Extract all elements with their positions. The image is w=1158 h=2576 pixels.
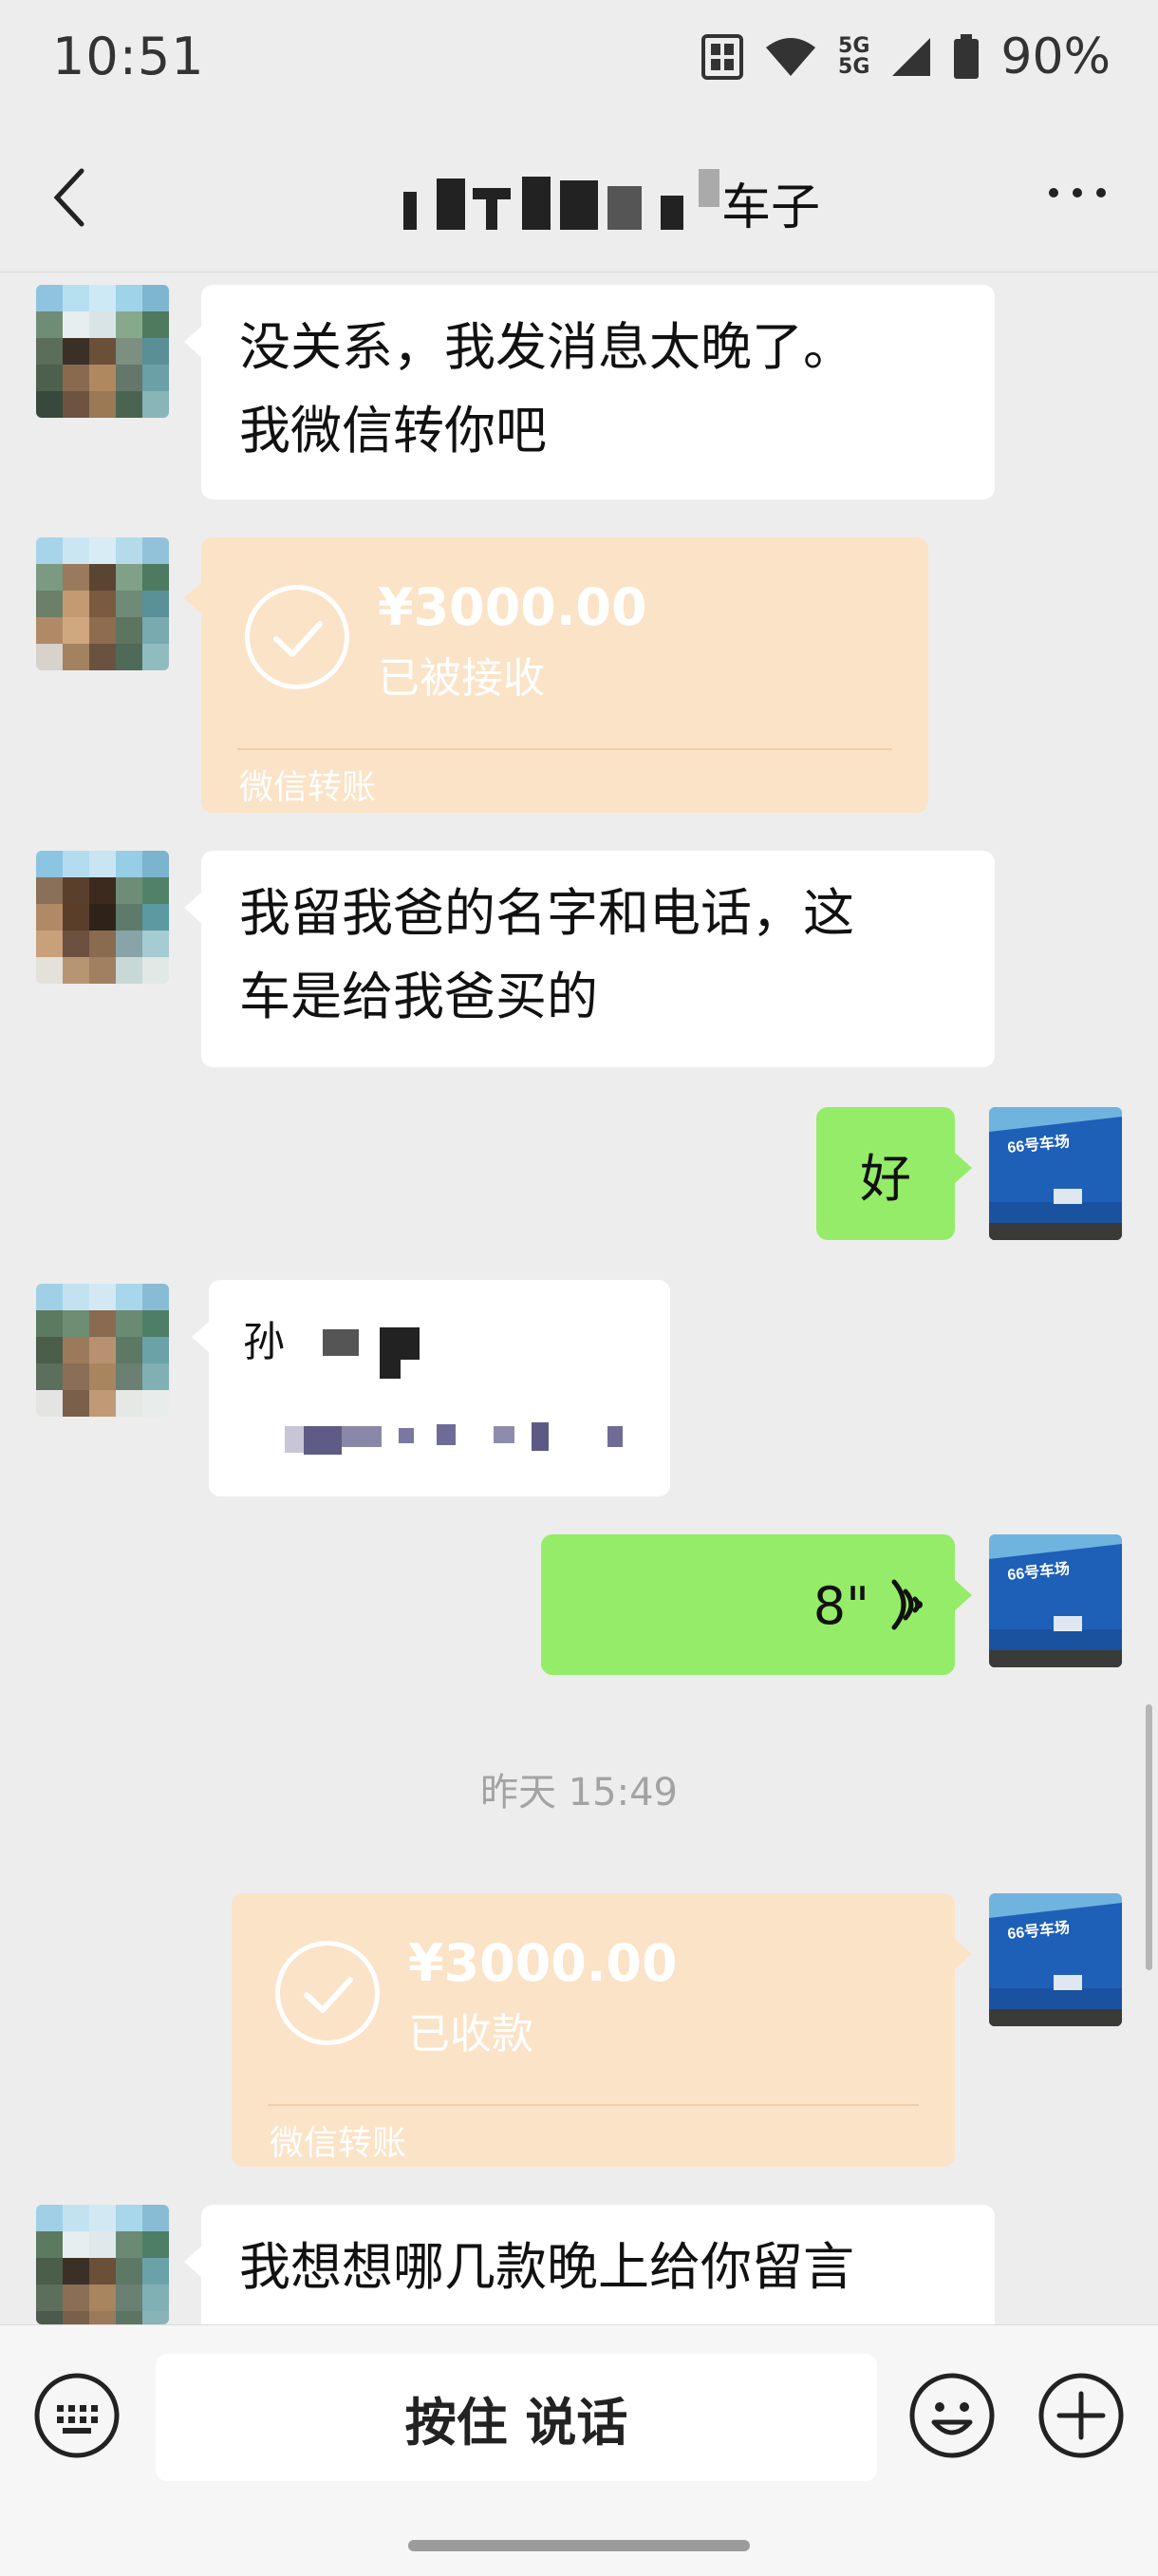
- signal-icon: [892, 38, 931, 76]
- input-bar: 按住 说话: [0, 2324, 1158, 2576]
- pixelated-avatar-image: [36, 2205, 169, 2324]
- transfer-amount: ¥3000.00: [378, 577, 647, 637]
- pixelated-avatar-image: [36, 851, 169, 984]
- redaction-block: [486, 188, 497, 230]
- more-button[interactable]: [1044, 179, 1111, 207]
- redaction-block: [699, 169, 719, 207]
- redaction-block: [607, 1426, 623, 1447]
- contact-avatar[interactable]: [36, 537, 169, 670]
- chevron-left-icon: [53, 168, 84, 227]
- incoming-redacted-bubble[interactable]: 孙: [192, 1280, 670, 1496]
- my-avatar[interactable]: 66号车场: [989, 1893, 1122, 2026]
- home-indicator[interactable]: [408, 2540, 750, 2551]
- contact-avatar[interactable]: [36, 2205, 169, 2324]
- redaction-block: [304, 1426, 342, 1455]
- message-text-line: 我留我爸的名字和电话，这: [239, 883, 854, 943]
- redaction-block: [661, 196, 683, 230]
- redaction-block: [399, 1428, 414, 1443]
- my-avatar[interactable]: 66号车场: [989, 1534, 1122, 1667]
- message-text-line: 我想想哪几款晚上给你留言: [239, 2237, 854, 2297]
- battery-percent: 90%: [1000, 28, 1111, 85]
- check-icon: [275, 1941, 380, 2045]
- transfer-divider: [268, 2104, 919, 2106]
- redaction-block: [494, 1426, 514, 1443]
- transfer-card-collected[interactable]: ¥3000.00 已收款 微信转账: [232, 1893, 972, 2167]
- transfer-status: 已被接收: [378, 654, 545, 703]
- status-icons: 5G 5G 90%: [701, 28, 1111, 85]
- chat-title: 车子: [399, 169, 835, 236]
- message-text-line: 我微信转你吧: [239, 401, 547, 461]
- redaction-block: [285, 1426, 304, 1453]
- car-lot-building-image: 66号车场: [989, 1893, 1122, 2026]
- redaction-block: [380, 1360, 401, 1379]
- redaction-block: [437, 179, 465, 230]
- message-partial-text: 孙: [243, 1318, 285, 1366]
- more-functions-button[interactable]: [1037, 2371, 1126, 2460]
- transfer-amount: ¥3000.00: [408, 1933, 678, 1993]
- keyboard-icon: [34, 2373, 120, 2458]
- transfer-brand-label: 微信转账: [239, 768, 377, 807]
- emoji-button[interactable]: [907, 2371, 997, 2460]
- network-bottom-label: 5G: [838, 55, 870, 79]
- voice-duration: 8": [812, 1576, 869, 1636]
- more-icon: [1049, 188, 1106, 197]
- outgoing-voice-bubble[interactable]: 8": [541, 1534, 972, 1675]
- pixelated-avatar-image: [36, 537, 169, 670]
- car-lot-building-image: 66号车场: [989, 1107, 1122, 1240]
- status-bar: 10:51 5G 5G 90%: [0, 0, 1158, 122]
- status-time: 10:51: [52, 27, 205, 86]
- scrollbar[interactable]: [1146, 1704, 1152, 1970]
- redaction-block: [560, 180, 598, 230]
- nav-bar: 车子: [0, 122, 1158, 273]
- chat-timestamp: 昨天 15:49: [480, 1771, 678, 1814]
- network-5g-icon: 5G 5G: [838, 36, 869, 78]
- car-lot-building-image: 66号车场: [989, 1534, 1122, 1667]
- redaction-block: [380, 1327, 420, 1360]
- my-avatar[interactable]: 66号车场: [989, 1107, 1122, 1240]
- message-text: 好: [860, 1148, 911, 1209]
- redaction-block: [437, 1424, 456, 1445]
- incoming-text-bubble[interactable]: 没关系，我发消息太晚了。 我微信转你吧: [184, 285, 995, 499]
- wifi-icon: [766, 38, 816, 76]
- nfc-icon: [701, 34, 744, 80]
- keyboard-toggle-button[interactable]: [32, 2371, 121, 2460]
- hold-to-talk-button[interactable]: 按住 说话: [156, 2354, 877, 2481]
- back-button[interactable]: [38, 160, 104, 235]
- incoming-text-bubble[interactable]: 我留我爸的名字和电话，这 车是给我爸买的: [184, 851, 995, 1067]
- contact-avatar[interactable]: [36, 1284, 169, 1417]
- redaction-block: [607, 186, 642, 230]
- message-text-line: 没关系，我发消息太晚了。: [239, 317, 854, 377]
- voice-wave-icon: [891, 1579, 923, 1630]
- emoji-icon: [909, 2373, 995, 2458]
- incoming-text-bubble[interactable]: 我想想哪几款晚上给你留言: [184, 2205, 995, 2324]
- check-icon: [245, 585, 349, 689]
- pixelated-avatar-image: [36, 1284, 169, 1417]
- outgoing-text-bubble[interactable]: 好: [816, 1107, 972, 1240]
- redaction-block: [403, 192, 417, 230]
- contact-avatar[interactable]: [36, 851, 169, 984]
- redaction-block: [532, 1422, 549, 1451]
- transfer-card-received[interactable]: ¥3000.00 已被接收 微信转账: [184, 537, 928, 813]
- message-text-line: 车是给我爸买的: [239, 967, 598, 1026]
- redaction-block: [342, 1426, 382, 1447]
- chat-title-text: 车子: [721, 179, 821, 236]
- network-top-label: 5G: [838, 34, 870, 58]
- transfer-divider: [237, 748, 892, 750]
- pixelated-avatar-image: [36, 285, 169, 418]
- battery-icon: [954, 34, 980, 79]
- redaction-block: [323, 1329, 359, 1356]
- transfer-status: 已收款: [408, 2010, 533, 2059]
- plus-icon: [1038, 2373, 1124, 2458]
- redaction-block: [522, 177, 551, 230]
- contact-avatar[interactable]: [36, 285, 169, 418]
- transfer-brand-label: 微信转账: [270, 2124, 407, 2163]
